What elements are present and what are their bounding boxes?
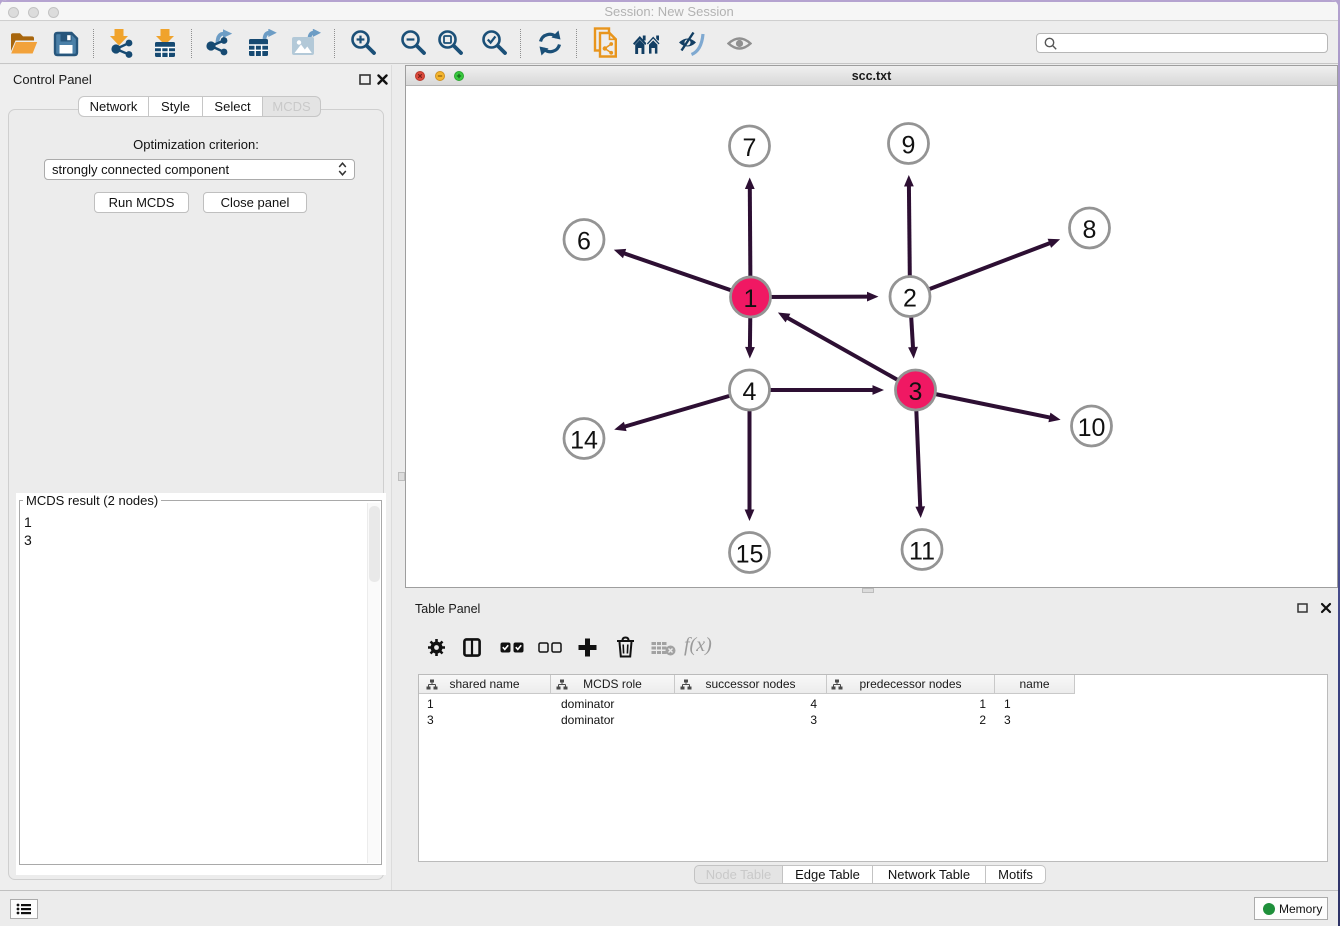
svg-text:11: 11: [909, 538, 935, 566]
svg-text:14: 14: [570, 427, 598, 455]
svg-text:1: 1: [744, 285, 758, 313]
svg-text:9: 9: [902, 132, 916, 160]
svg-text:6: 6: [577, 228, 591, 256]
svg-text:4: 4: [743, 378, 757, 406]
svg-text:2: 2: [903, 285, 917, 313]
svg-text:10: 10: [1078, 414, 1106, 442]
svg-text:7: 7: [743, 134, 757, 162]
svg-text:3: 3: [909, 378, 923, 406]
svg-text:8: 8: [1083, 216, 1097, 244]
svg-text:15: 15: [736, 541, 764, 569]
